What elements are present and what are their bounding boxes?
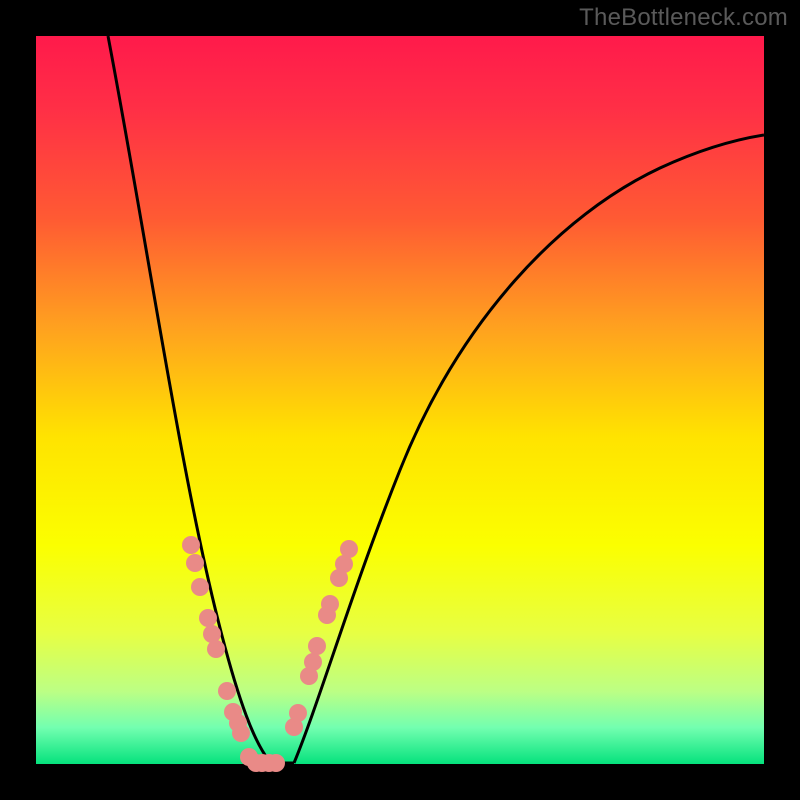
chart-canvas	[0, 0, 800, 800]
chart-frame: TheBottleneck.com	[0, 0, 800, 800]
plot-background	[36, 36, 764, 764]
watermark-text: TheBottleneck.com	[579, 4, 788, 32]
